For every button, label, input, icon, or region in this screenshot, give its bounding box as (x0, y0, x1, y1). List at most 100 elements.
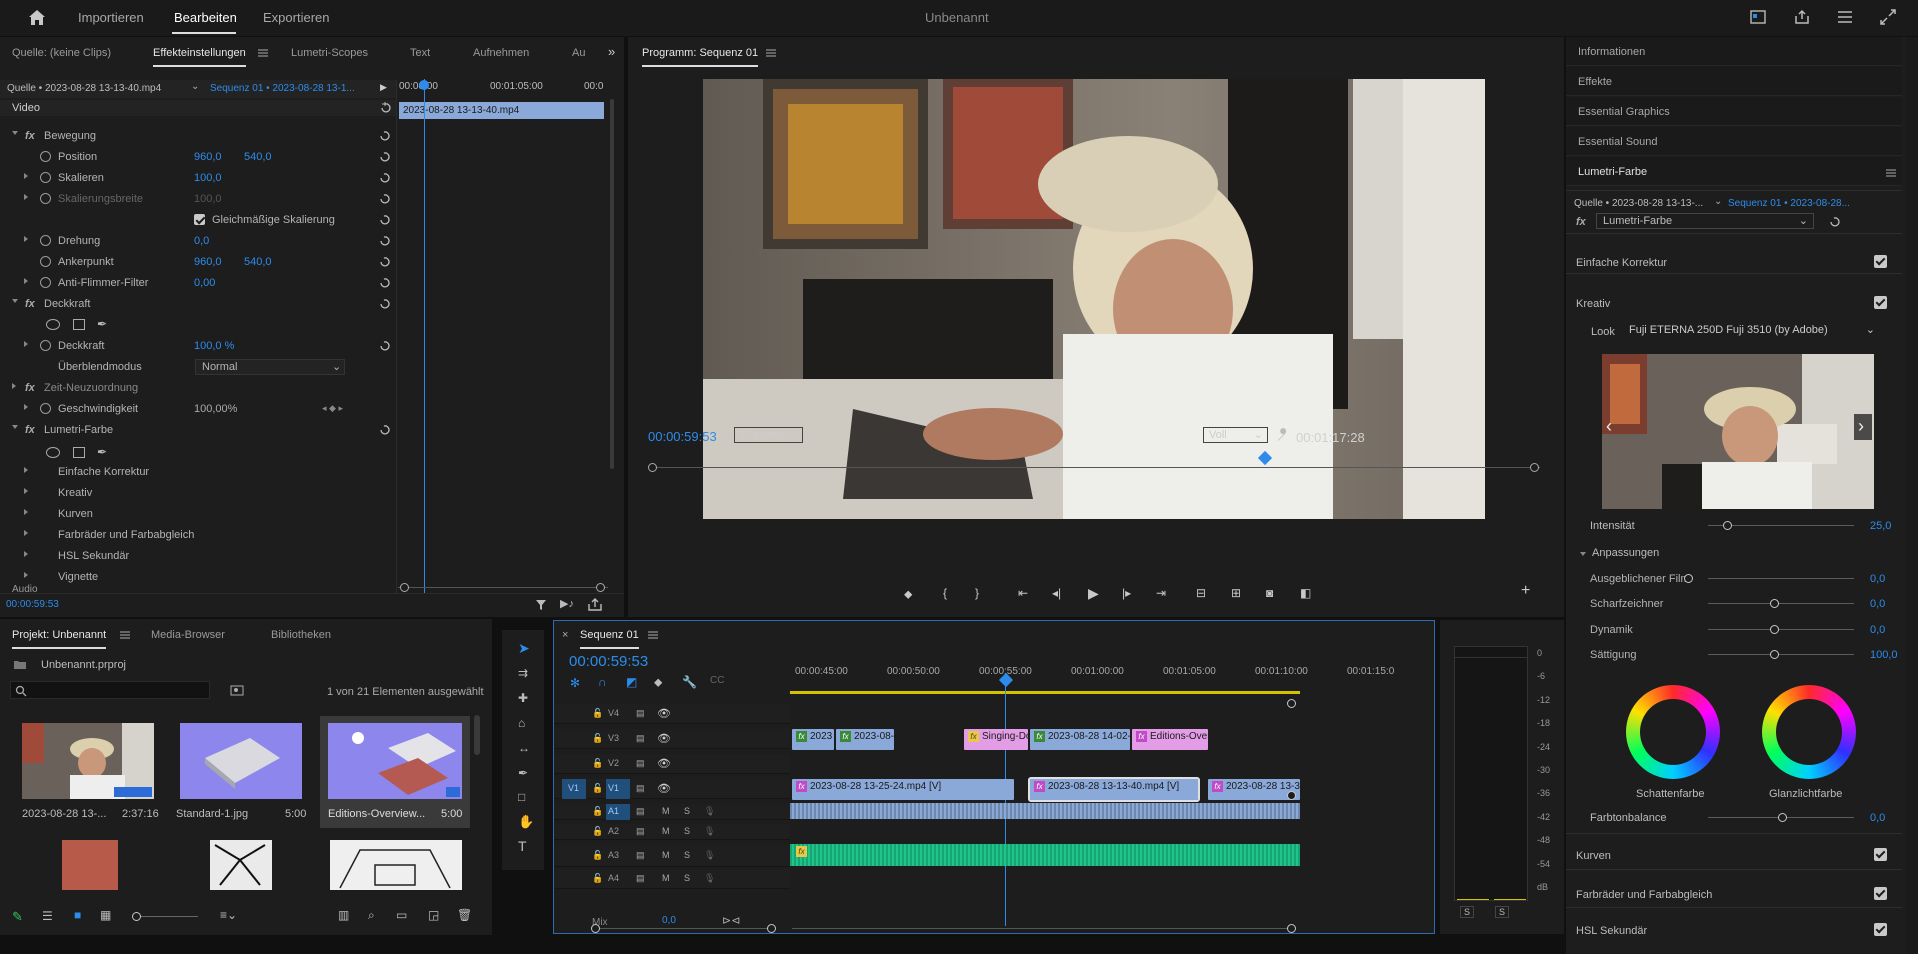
step-back-icon[interactable]: ◂| (1052, 586, 1061, 600)
zoom-top-handle[interactable] (1287, 699, 1296, 708)
disclosure-triangle[interactable] (24, 488, 28, 494)
export-icon[interactable] (588, 598, 602, 611)
find-icon[interactable] (230, 685, 244, 696)
effect-row[interactable]: Position 960,0 540,0 (0, 147, 395, 168)
tab-project[interactable]: Projekt: Unbenannt (12, 629, 107, 649)
effect-ruler[interactable]: 00:00:00 00:01:05:00 00:0 (398, 80, 608, 94)
look-dropdown[interactable]: Fuji ETERNA 250D Fuji 3510 (by Adobe) ⌄ (1623, 323, 1880, 339)
source-patch[interactable]: V1 (562, 779, 586, 799)
selection-tool-icon[interactable]: ➤ (518, 640, 530, 657)
wrench-icon[interactable] (1276, 428, 1290, 442)
effect-value[interactable]: 100,0 (194, 172, 222, 184)
balance-value[interactable]: 0,0 (1870, 812, 1885, 824)
effect-playhead-handle[interactable] (419, 80, 429, 90)
slider-knob[interactable] (1770, 650, 1779, 659)
disclosure-triangle[interactable] (24, 530, 28, 536)
icon-view-icon[interactable]: ■ (74, 908, 81, 922)
thumbnail-5[interactable] (210, 840, 272, 890)
scrubber-start-handle[interactable] (648, 463, 657, 472)
reset-icon[interactable] (378, 234, 391, 247)
effect-row[interactable]: Drehung 0,0 (0, 231, 395, 252)
balance-knob[interactable] (1778, 813, 1787, 822)
film-icon[interactable]: ▤ (636, 708, 645, 719)
effect-value[interactable]: 100,00% (194, 403, 237, 415)
disclosure-triangle[interactable] (24, 404, 28, 410)
solo-button[interactable]: S (684, 806, 690, 816)
eye-icon[interactable]: 👁 (657, 732, 671, 745)
timeline-clip[interactable]: fxEditions-Overvi (1132, 729, 1208, 750)
track-header-v3[interactable]: V3 🔓 ▤ 👁 (554, 729, 790, 749)
reset-icon[interactable] (378, 129, 391, 142)
panel-menu-icon[interactable] (648, 631, 658, 639)
effect-row[interactable]: HSL Sekundär (0, 546, 395, 567)
microphone-icon[interactable]: 🎙 (704, 826, 715, 837)
film-icon[interactable]: ▤ (636, 783, 645, 794)
vscroll-handle[interactable] (1287, 791, 1296, 800)
disclosure-triangle[interactable] (24, 467, 28, 473)
timeline-clip[interactable]: fx 2023 (792, 729, 834, 750)
mute-button[interactable]: M (662, 873, 670, 883)
search-icon[interactable]: ⌕ (368, 908, 375, 923)
stopwatch-icon[interactable] (40, 277, 51, 288)
mix-end-icon[interactable]: ⊳⊲ (722, 914, 740, 927)
timeline-clip[interactable]: fx 2023-08-28 13-25-24.mp4 [V] (792, 779, 1014, 800)
blend-mode-dropdown[interactable]: Normal ⌄ (195, 359, 345, 375)
reset-icon[interactable] (1828, 215, 1841, 228)
section-color-wheels[interactable]: Farbräder und Farbabgleich (1576, 889, 1712, 901)
reset-icon[interactable] (378, 213, 391, 226)
fit-dropdown[interactable]: Einpassen ⌄ (734, 427, 803, 443)
lock-icon[interactable]: 🔓 (592, 783, 603, 794)
sync-icon[interactable]: ▤ (636, 826, 645, 837)
program-timecode[interactable]: 00:00:59:53 (648, 429, 717, 444)
pen-mask-icon[interactable]: ✒ (97, 317, 107, 331)
tab-text[interactable]: Text (410, 47, 430, 59)
nest-icon[interactable]: ✻ (570, 676, 580, 690)
effect-row[interactable]: Ankerpunkt 960,0 540,0 (0, 252, 395, 273)
effect-value[interactable]: 540,0 (244, 256, 272, 268)
disclosure-triangle[interactable] (24, 572, 28, 578)
freeform-view-icon[interactable]: ▦ (100, 908, 111, 922)
effect-row[interactable]: Einfache Korrektur (0, 462, 395, 483)
slider-knob[interactable] (1770, 625, 1779, 634)
reset-icon[interactable] (378, 192, 391, 205)
stopwatch-icon[interactable] (40, 172, 51, 183)
effect-row[interactable]: Vignette (0, 567, 395, 588)
intensity-knob[interactable] (1723, 521, 1732, 530)
effect-row[interactable]: fx Deckkraft (0, 294, 395, 315)
adjustments-disclosure[interactable] (1580, 552, 1586, 556)
item-name[interactable]: 2023-08-28 13-... (22, 808, 106, 820)
lock-icon[interactable]: 🔓 (592, 733, 603, 744)
tab-media-browser[interactable]: Media-Browser (151, 629, 225, 641)
nav-import[interactable]: Importieren (78, 10, 144, 25)
timeline-clip[interactable]: fx2023-08-28 14-02-51. (1030, 729, 1130, 750)
ripple-edit-icon[interactable]: ✚ (518, 691, 528, 705)
next-look-button[interactable]: › (1854, 414, 1872, 440)
lock-icon[interactable]: 🔓 (592, 873, 603, 884)
go-to-out-icon[interactable]: ⇥ (1156, 586, 1166, 600)
zoom-knob[interactable] (132, 912, 141, 921)
panel-header-2[interactable]: Essential Graphics (1566, 97, 1902, 126)
highlight-color-wheel[interactable] (1762, 685, 1856, 779)
overwrite-icon[interactable]: ⊞ (1231, 586, 1241, 600)
slider-value[interactable]: 100,0 (1870, 649, 1898, 661)
disclosure-triangle[interactable] (24, 278, 28, 284)
panel-header-0[interactable]: Informationen (1566, 37, 1902, 66)
zoom-handle[interactable] (1287, 924, 1296, 933)
thumbnail-6[interactable] (330, 840, 462, 890)
disclosure-triangle[interactable] (12, 425, 18, 429)
curves-checkbox[interactable] (1874, 848, 1887, 861)
play-icon[interactable]: ▶ (1088, 585, 1099, 602)
panel-menu-icon[interactable] (120, 631, 130, 639)
close-icon[interactable]: × (562, 629, 568, 641)
ellipse-mask-icon[interactable] (46, 447, 60, 458)
eye-icon[interactable]: 👁 (657, 757, 671, 770)
lock-icon[interactable]: 🔓 (592, 758, 603, 769)
reset-icon[interactable] (379, 101, 392, 114)
section-curves[interactable]: Kurven (1576, 850, 1611, 862)
effect-row[interactable]: Anti-Flimmer-Filter 0,00 (0, 273, 395, 294)
mute-button[interactable]: M (662, 826, 670, 836)
reset-icon[interactable] (378, 150, 391, 163)
solo-right-button[interactable]: S (1495, 906, 1510, 918)
section-creative[interactable]: Kreativ (1576, 298, 1610, 310)
hsl-checkbox[interactable] (1874, 923, 1887, 936)
